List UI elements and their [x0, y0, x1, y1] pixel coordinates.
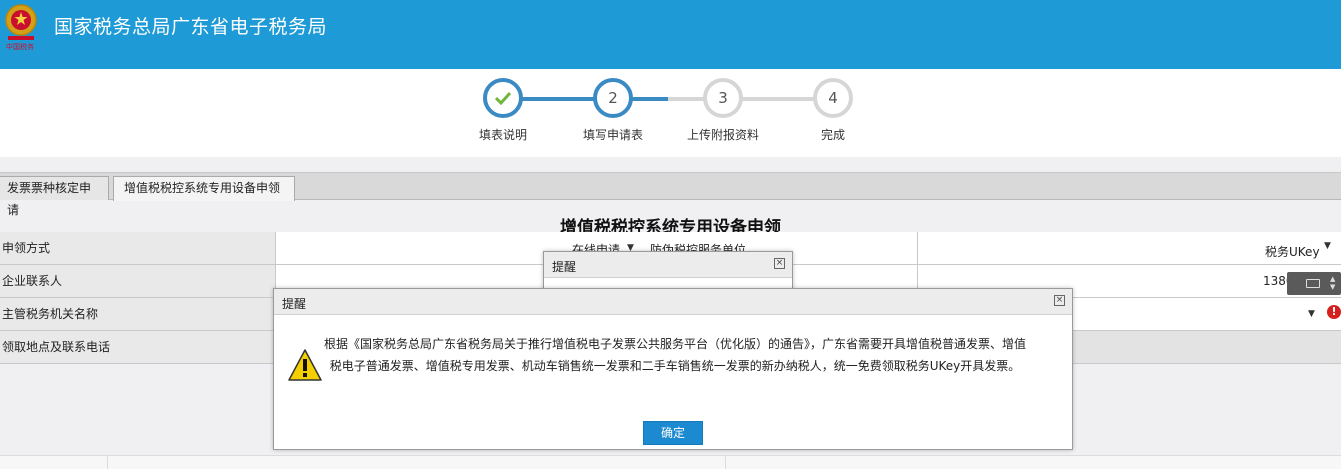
step-4-label: 完成 [820, 128, 845, 142]
device-type-select[interactable]: 税务UKey [1265, 243, 1320, 260]
chevron-down-icon[interactable]: ▼ [1308, 309, 1315, 319]
svg-text:中国税务: 中国税务 [6, 42, 34, 51]
pickup-location-label: 领取地点及联系电话 [0, 331, 276, 363]
app-header: 中国税务 国家税务总局广东省电子税务局 [0, 0, 1341, 69]
step-3-label: 上传附报资料 [686, 128, 759, 142]
keyboard-icon [1306, 279, 1320, 288]
close-icon[interactable]: × [774, 258, 785, 269]
step-connector-1 [522, 97, 594, 101]
step-4-circle: 4 [813, 78, 853, 118]
tab-tax-control-device[interactable]: 增值税税控系统专用设备申领 [113, 176, 295, 201]
reminder-dialog: 提醒 × 根据《国家税务总局广东省税务局关于推行增值税电子发票公共服务平台（优化… [273, 288, 1073, 450]
tax-authority-label: 主管税务机关名称 [0, 298, 276, 330]
warning-icon [288, 349, 322, 381]
reminder-dialog-back: 提醒 × [543, 251, 793, 291]
step-1-label: 填表说明 [478, 128, 527, 142]
page-title: 国家税务总局广东省电子税务局 [54, 16, 328, 38]
national-emblem-icon: 中国税务 [5, 4, 37, 51]
tab-invoice-type-approval[interactable]: 发票票种核定申请 [0, 176, 109, 217]
step-connector-3 [742, 97, 814, 101]
step-connector-2 [632, 97, 668, 101]
step-3-circle: 3 [703, 78, 743, 118]
bottom-strip [0, 455, 1341, 469]
dialog-title: 提醒 [552, 260, 577, 274]
step-1-circle [483, 78, 523, 118]
step-connector-2b [668, 97, 704, 101]
confirm-button[interactable]: 确定 [643, 421, 703, 445]
expand-arrows-icon: ▲ ▼ [1330, 275, 1336, 291]
step-2-circle: 2 [593, 78, 633, 118]
contact-label: 企业联系人 [0, 265, 276, 297]
progress-stepper [0, 69, 1341, 157]
error-icon: ! [1327, 305, 1341, 319]
chevron-down-icon[interactable]: ▼ [1324, 241, 1331, 251]
checkmark-icon [494, 91, 512, 105]
claim-method-label: 申领方式 [0, 232, 276, 264]
dialog-title: 提醒 [282, 297, 307, 311]
close-icon[interactable]: × [1054, 295, 1065, 306]
step-2-label: 填写申请表 [582, 128, 643, 142]
virtual-keyboard-toggle[interactable]: ▲ ▼ [1287, 272, 1341, 295]
dialog-message: 根据《国家税务总局广东省税务局关于推行增值税电子发票公共服务平台（优化版）的通告… [323, 337, 1026, 373]
